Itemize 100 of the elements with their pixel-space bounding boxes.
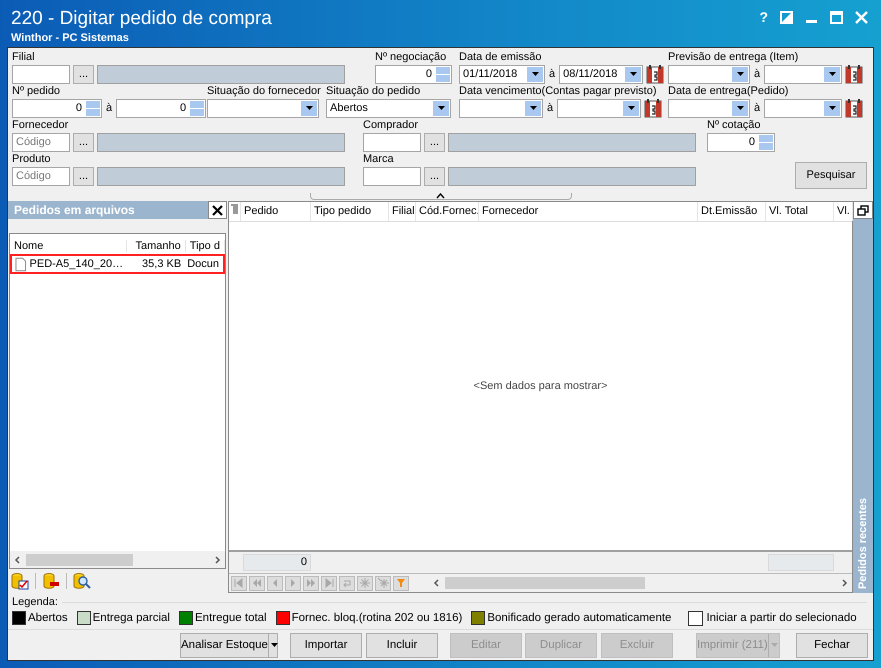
legend-title: Legenda: — [12, 596, 58, 608]
field-label: Data de emissão — [459, 50, 543, 64]
database-minus-icon[interactable] — [42, 572, 60, 590]
delete-button[interactable] — [375, 576, 391, 590]
database-check-icon[interactable] — [11, 572, 29, 590]
spin-field[interactable]: 0 — [707, 132, 775, 152]
close-panel-button[interactable] — [208, 201, 227, 219]
last-record-icon — [323, 577, 335, 589]
combo-box[interactable] — [668, 98, 750, 118]
field-label: Situação do fornecedor — [207, 84, 322, 98]
text-field[interactable] — [363, 166, 421, 186]
filter-icon — [395, 577, 407, 589]
close-icon — [212, 204, 223, 216]
field-label: Nº cotação — [707, 118, 762, 132]
next-page-button[interactable] — [303, 576, 319, 590]
legend-label: Abertos — [28, 612, 68, 624]
collapse-caret-icon[interactable] — [436, 192, 445, 198]
table-cell: 35,3 KB — [142, 258, 182, 270]
document-icon — [15, 256, 27, 272]
field-label: Fornecedor — [12, 118, 70, 132]
field-label: Produto — [12, 152, 52, 166]
legend-label: Fornec. bloq.(rotina 202 ou 1816) — [292, 612, 462, 624]
column-chooser-icon[interactable] — [231, 204, 238, 214]
field-label: Comprador — [363, 118, 420, 132]
split-button[interactable]: Analisar Estoque — [180, 632, 278, 658]
restore-button[interactable] — [853, 201, 873, 219]
contrast-icon[interactable] — [780, 10, 793, 24]
panel-title: Pedidos em arquivos — [13, 203, 135, 217]
combo-box[interactable] — [459, 98, 543, 118]
window-subtitle: Winthor - PC Sistemas — [11, 32, 130, 44]
legend-label: Bonificado gerado automaticamente — [487, 612, 672, 624]
combo-box[interactable]: 01/11/2018 — [459, 64, 545, 84]
text-field[interactable]: Código — [12, 132, 70, 152]
empty-message: <Sem dados para mostrar> — [474, 380, 608, 392]
previous-page-button[interactable] — [249, 576, 265, 590]
next-record-button[interactable] — [285, 576, 301, 590]
range-separator: à — [753, 68, 762, 80]
next-page-icon — [305, 577, 317, 589]
range-separator: à — [105, 102, 114, 114]
filter-button[interactable] — [393, 576, 409, 590]
horizontal-scrollbar[interactable] — [10, 551, 225, 568]
column-header[interactable]: Pedido — [241, 202, 311, 221]
legend-label: Entregue total — [195, 612, 267, 624]
action-button[interactable]: Fechar — [796, 632, 868, 658]
column-header[interactable]: Tipo pedido — [311, 202, 389, 221]
search-button[interactable]: Pesquisar — [795, 162, 867, 188]
text-field[interactable] — [363, 132, 421, 152]
table-cell: PED-A5_140_20… — [30, 258, 124, 270]
field-label: Situação do pedido — [326, 84, 422, 98]
action-button[interactable]: Incluir — [366, 632, 438, 658]
last-record-button[interactable] — [321, 576, 337, 590]
insert-icon — [359, 577, 371, 589]
calendar-icon[interactable] — [646, 64, 664, 84]
column-header[interactable]: Fornecedor — [479, 202, 698, 221]
combo-box[interactable] — [207, 98, 319, 118]
lookup-button[interactable]: ... — [73, 64, 94, 84]
table-cell: Docun — [187, 258, 219, 270]
spin-field[interactable]: 0 — [116, 98, 206, 118]
column-header[interactable]: Nome — [10, 240, 128, 252]
lookup-button[interactable]: ... — [424, 166, 445, 186]
refresh-button[interactable] — [339, 576, 355, 590]
text-field[interactable] — [12, 64, 70, 84]
column-header[interactable]: Tamanho — [127, 240, 186, 252]
column-header[interactable]: Vl. Total — [766, 202, 834, 221]
action-button[interactable]: Importar — [290, 632, 362, 658]
lookup-button[interactable]: ... — [424, 132, 445, 152]
first-record-button[interactable] — [231, 576, 247, 590]
previous-page-icon — [251, 577, 263, 589]
calendar-icon[interactable] — [644, 98, 662, 118]
maximize-icon[interactable] — [830, 10, 843, 24]
field-label: Filial — [12, 50, 36, 64]
start-from-selected-checkbox[interactable]: Iniciar a partir do selecionado — [688, 610, 857, 626]
lookup-button[interactable]: ... — [73, 132, 94, 152]
summary-cell: 0 — [243, 554, 311, 571]
legend-label: Entrega parcial — [92, 612, 170, 624]
file-row[interactable]: PED-A5_140_20… 35,3 KB Docun — [10, 254, 225, 274]
column-header[interactable]: Tipo d — [186, 240, 225, 252]
window-title: 220 - Digitar pedido de compra — [11, 8, 272, 30]
combo-box[interactable]: 08/11/2018 — [559, 64, 644, 84]
first-record-icon — [233, 577, 245, 589]
database-search-icon[interactable] — [73, 572, 91, 590]
lookup-button[interactable]: ... — [73, 166, 94, 186]
calendar-icon[interactable] — [845, 98, 864, 118]
calendar-icon[interactable] — [845, 64, 864, 84]
column-header[interactable]: Dt.Emissão — [698, 202, 766, 221]
previous-record-button[interactable] — [267, 576, 283, 590]
delete-icon — [377, 577, 389, 589]
insert-button[interactable] — [357, 576, 373, 590]
checkbox[interactable] — [688, 610, 704, 626]
field-label: Data de entrega(Pedido) — [668, 84, 790, 98]
spin-field[interactable]: 0 — [375, 64, 452, 84]
text-field[interactable]: Código — [12, 166, 70, 186]
column-header[interactable]: Filial — [389, 202, 416, 221]
field-label: Nº pedido — [12, 84, 62, 98]
combo-box[interactable]: Abertos — [326, 98, 451, 118]
range-separator: à — [546, 102, 554, 114]
spin-field[interactable]: 0 — [12, 98, 102, 118]
field-label: Nº negociação — [375, 50, 448, 64]
close-icon[interactable] — [855, 10, 868, 24]
range-separator: à — [753, 102, 762, 114]
